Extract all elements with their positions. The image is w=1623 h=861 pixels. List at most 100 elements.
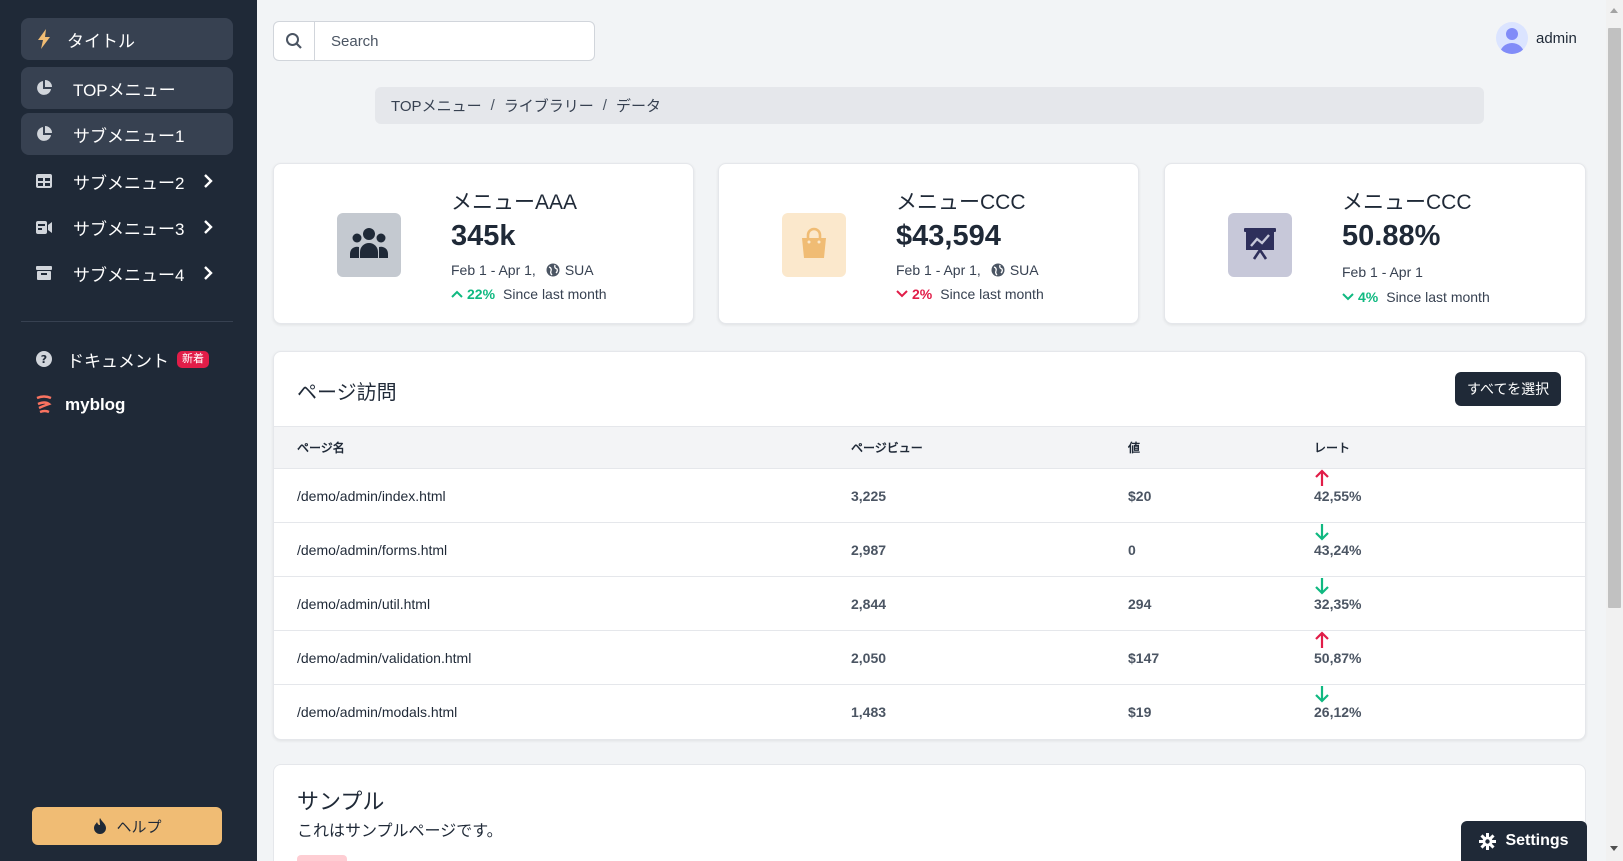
search-box	[273, 21, 595, 61]
stat-value: 50.88%	[1342, 220, 1441, 252]
new-badge: 新着	[177, 350, 209, 368]
select-all-button[interactable]: すべてを選択	[1455, 372, 1562, 406]
table-row[interactable]: /demo/admin/index.html 3,225 $20 42,55%	[274, 469, 1585, 523]
archive-icon	[35, 264, 53, 282]
cell-value: $147	[1128, 649, 1160, 666]
rate-value: 50,87%	[1314, 649, 1362, 666]
sidebar-item-label: サブメニュー1	[73, 126, 185, 146]
column-header-page-views[interactable]: ページビュー	[851, 427, 923, 468]
sidebar-item-submenu-1[interactable]: サブメニュー1	[21, 113, 233, 155]
users-icon	[349, 226, 389, 265]
stat-change-label: Since last month	[503, 286, 607, 302]
chevron-down-icon	[896, 286, 908, 302]
shopping-bag-icon	[797, 226, 831, 265]
rate-value: 43,24%	[1314, 541, 1362, 558]
question-circle-icon: ?	[35, 350, 53, 368]
sample-title: サンプル	[297, 789, 385, 814]
stat-change-percent: 4%	[1358, 289, 1379, 305]
help-button[interactable]: ヘルプ	[32, 807, 222, 845]
cell-page-name: /demo/admin/modals.html	[297, 704, 458, 720]
column-header-rate[interactable]: レート	[1314, 427, 1350, 468]
search-icon[interactable]	[274, 22, 315, 60]
stat-change-percent: 2%	[912, 286, 933, 302]
page-visits-card: ページ訪問 すべてを選択 ページ名 ページビュー 値 レート /demo/adm…	[273, 351, 1586, 740]
sidebar-divider	[21, 321, 233, 322]
stat-region: SUA	[564, 262, 594, 278]
sidebar-item-docs[interactable]: ? ドキュメント 新着	[21, 338, 233, 380]
help-button-label: ヘルプ	[116, 818, 162, 836]
stat-card-ccc-sales: メニューCCC $43,594 Feb 1 - Apr 1, SUA 2% Si…	[718, 163, 1139, 324]
sidebar-item-submenu-4[interactable]: サブメニュー4	[21, 252, 233, 294]
stat-title: メニューCCC	[896, 191, 1026, 214]
stat-date: Feb 1 - Apr 1	[1342, 264, 1423, 280]
stat-change-label: Since last month	[940, 286, 1044, 302]
scrollbar-thumb[interactable]	[1608, 28, 1621, 608]
sidebar-item-label: myblog	[65, 395, 126, 414]
stat-date: Feb 1 - Apr 1, SUA	[896, 262, 1039, 278]
stat-card-aaa: メニューAAA 345k Feb 1 - Apr 1, SUA 22% Sinc…	[273, 163, 694, 324]
settings-button[interactable]: Settings	[1461, 821, 1587, 861]
cell-value: $20	[1128, 487, 1152, 504]
scroll-up-arrow[interactable]	[1610, 8, 1618, 13]
sidebar: タイトル TOPメニュー サブメニュー1 サブメニュー2 サブメニュー3 サブメ…	[0, 0, 257, 861]
sidebar-brand-label: タイトル	[67, 31, 135, 51]
avatar[interactable]	[1496, 22, 1528, 54]
cell-page-views: 2,987	[851, 541, 887, 558]
fire-icon	[92, 818, 108, 834]
breadcrumb-separator: /	[602, 97, 607, 114]
breadcrumb-item[interactable]: TOPメニュー	[391, 95, 482, 116]
user-menu[interactable]: admin	[1496, 22, 1577, 54]
cell-value: 0	[1128, 541, 1136, 558]
table-header: ページ名 ページビュー 値 レート	[274, 426, 1585, 469]
cell-page-name: /demo/admin/forms.html	[297, 541, 448, 558]
chevron-right-icon	[199, 264, 217, 282]
stat-change-percent: 22%	[467, 286, 496, 302]
chevron-up-icon	[451, 286, 463, 302]
scroll-down-arrow[interactable]	[1610, 846, 1618, 851]
stat-value: 345k	[451, 220, 516, 252]
stat-title: メニューAAA	[451, 191, 578, 214]
cell-page-views: 2,844	[851, 595, 887, 612]
stat-date-range: Feb 1 - Apr 1	[1342, 264, 1423, 280]
sidebar-item-submenu-2[interactable]: サブメニュー2	[21, 160, 233, 202]
page-visits-title: ページ訪問	[297, 382, 397, 404]
sidebar-item-submenu-3[interactable]: サブメニュー3	[21, 206, 233, 248]
search-input[interactable]	[315, 22, 585, 60]
sidebar-item-label: サブメニュー4	[73, 265, 185, 285]
breadcrumb-item[interactable]: ライブラリー	[504, 95, 594, 116]
cell-page-name: /demo/admin/validation.html	[297, 649, 472, 666]
table-row[interactable]: /demo/admin/validation.html 2,050 $147 5…	[274, 631, 1585, 685]
sidebar-brand[interactable]: タイトル	[21, 18, 233, 60]
table-row[interactable]: /demo/admin/util.html 2,844 294 32,35%	[274, 577, 1585, 631]
stat-title: メニューCCC	[1342, 191, 1472, 214]
sidebar-item-label: ドキュメント	[67, 351, 169, 371]
cell-page-views: 2,050	[851, 649, 887, 666]
table-row[interactable]: /demo/admin/forms.html 2,987 0 43,24%	[274, 523, 1585, 577]
user-name[interactable]: admin	[1536, 30, 1577, 47]
sidebar-item-top-menu[interactable]: TOPメニュー	[21, 67, 233, 109]
stat-change: 4% Since last month	[1342, 289, 1490, 305]
sample-card: サンプル これはサンプルページです。	[273, 764, 1586, 861]
table-row[interactable]: /demo/admin/modals.html 1,483 $19 26,12%	[274, 685, 1585, 739]
sidebar-item-label: サブメニュー2	[73, 173, 185, 193]
column-header-page-name[interactable]: ページ名	[297, 427, 345, 468]
stat-card-ccc-rate: メニューCCC 50.88% Feb 1 - Apr 1 4% Since la…	[1164, 163, 1586, 324]
rate-value: 26,12%	[1314, 704, 1362, 720]
breadcrumb: TOPメニュー / ライブラリー / データ	[375, 87, 1484, 124]
pie-chart-icon	[35, 79, 53, 97]
presentation-icon	[35, 218, 53, 236]
cell-value: 294	[1128, 595, 1152, 612]
globe-icon	[991, 263, 1005, 277]
sidebar-item-blog[interactable]: myblog	[21, 384, 233, 426]
table-icon	[35, 172, 53, 190]
cell-page-views: 1,483	[851, 704, 887, 720]
stat-date-range: Feb 1 - Apr 1,	[451, 262, 536, 278]
pie-chart-icon	[35, 125, 53, 143]
column-header-value[interactable]: 値	[1128, 427, 1140, 468]
cell-value: $19	[1128, 704, 1152, 720]
stat-region: SUA	[1009, 262, 1039, 278]
svg-text:?: ?	[41, 353, 47, 366]
sample-badge	[297, 855, 347, 861]
globe-icon	[546, 263, 560, 277]
chevron-down-icon	[1342, 289, 1354, 305]
